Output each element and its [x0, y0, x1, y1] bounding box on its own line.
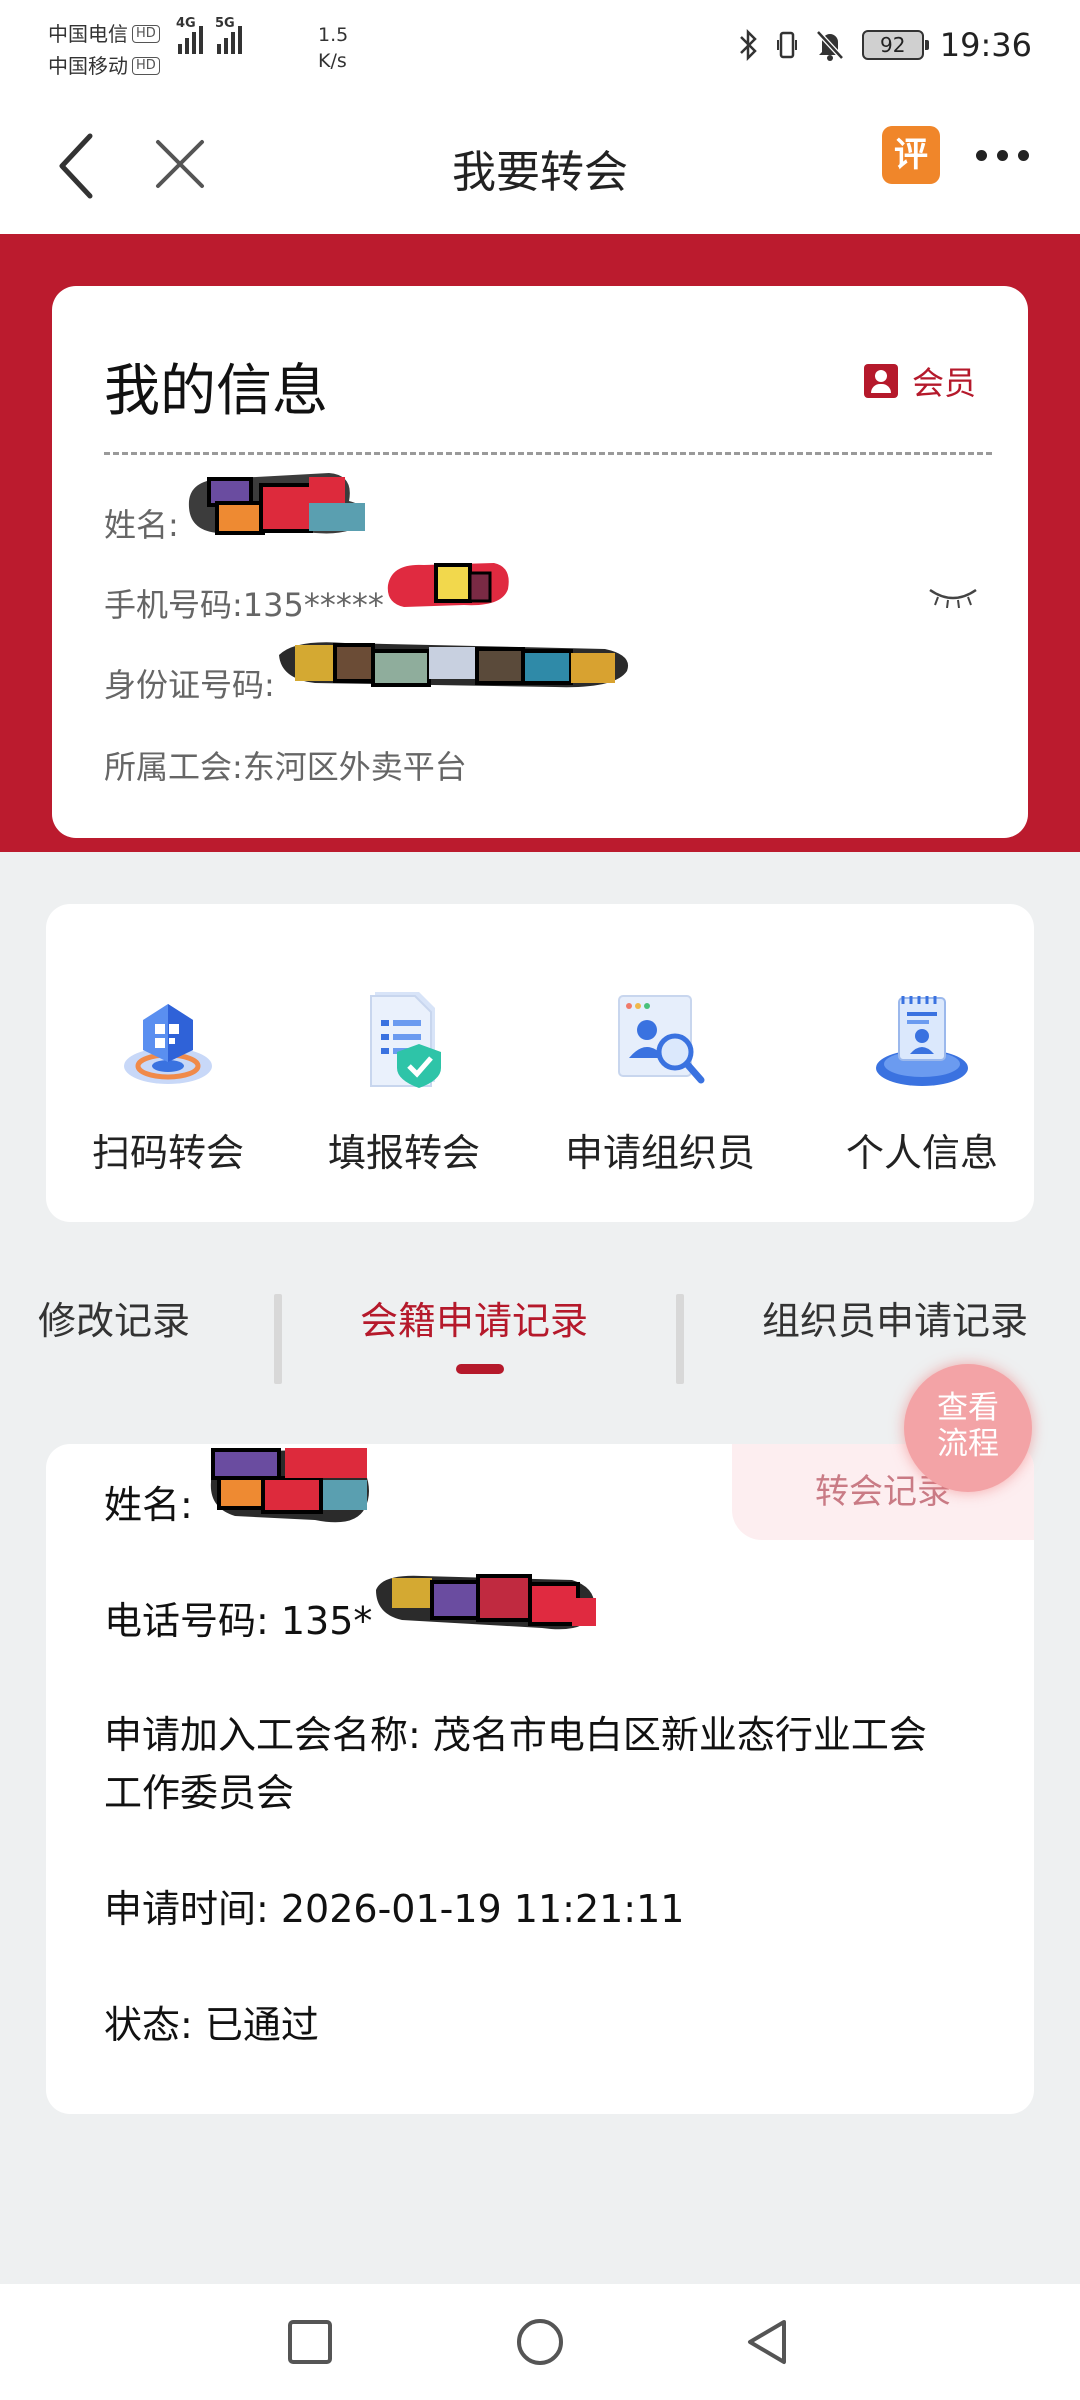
status-right: 92 19:36 [738, 26, 1032, 64]
status-bar: 中国电信 HD 中国移动 HD 4G 5G 1.5 K/s 92 19:36 [0, 0, 1080, 100]
union-value: 东河区外卖平台 [242, 748, 467, 786]
info-card-title: 我的信息 [104, 359, 328, 424]
phone-label: 手机号码: [104, 586, 243, 624]
record-time: 申请时间: 2026-01-19 11:21:11 [104, 1887, 685, 1931]
tab-membership-applications[interactable]: 会籍申请记录 [360, 1290, 588, 1345]
carrier-2: 中国移动 [48, 54, 128, 78]
phone-value: 135***** [242, 586, 384, 624]
signal-icons: 4G 5G [176, 16, 242, 54]
back-icon[interactable] [742, 2318, 792, 2368]
record-phone-row: 电话号码: 135* [104, 1573, 1004, 1650]
nav-bar: 我要转会 评 [0, 100, 1080, 234]
battery-icon: 92 [861, 30, 929, 60]
redaction-mark [205, 1447, 375, 1530]
carrier-info: 中国电信 HD 中国移动 HD [48, 18, 160, 82]
id-label: 身份证号码: [104, 666, 275, 704]
personal-info-icon [867, 984, 977, 1094]
tab-divider [274, 1294, 282, 1384]
redaction-mark [275, 642, 635, 709]
record-card[interactable]: 转会记录 姓名: 电话号码: 135* 申请加入工会名称: 茂名市电白区新业态行… [46, 1444, 1034, 2114]
record-tabs: 修改记录 会籍申请记录 组织员申请记录 [0, 1290, 1080, 1390]
active-tab-indicator [456, 1364, 504, 1374]
tab-organizer-applications[interactable]: 组织员申请记录 [762, 1290, 1028, 1345]
record-name-label: 姓名: [104, 1483, 205, 1527]
tab-modify-records[interactable]: 修改记录 [38, 1290, 190, 1345]
phone-row: 手机号码:135***** [104, 563, 514, 629]
divider [104, 452, 992, 455]
action-scan-transfer[interactable]: 扫码转会 [82, 984, 254, 1177]
id-row: 身份证号码: [104, 642, 635, 709]
record-phone-label: 电话号码: 135* [104, 1599, 373, 1643]
action-label: 填报转会 [327, 1131, 480, 1175]
action-label: 扫码转会 [91, 1131, 244, 1175]
redaction-mark [384, 563, 514, 629]
record-union-line2: 工作委员会 [104, 1771, 295, 1815]
member-badge: 会员 [863, 358, 976, 404]
carrier-1: 中国电信 [48, 22, 128, 46]
action-personal-info[interactable]: 个人信息 [836, 984, 1008, 1177]
action-label: 申请组织员 [564, 1131, 755, 1175]
qr-scan-icon [113, 984, 223, 1094]
member-label: 会员 [911, 364, 976, 402]
form-shield-icon [349, 984, 459, 1094]
redaction-mark [372, 1573, 602, 1646]
profile-search-icon [605, 984, 715, 1094]
member-icon [863, 364, 898, 398]
hd-badge: HD [132, 25, 160, 43]
my-info-card: 我的信息 会员 姓名: 手机号码:135***** 身份证号码: 所属工会:东河… [52, 286, 1028, 838]
redaction-mark [179, 473, 369, 549]
name-label: 姓名: [104, 506, 179, 544]
record-status: 状态: 已通过 [104, 2003, 319, 2047]
record-union-line1: 申请加入工会名称: 茂名市电白区新业态行业工会 [104, 1713, 927, 1757]
recent-apps-icon[interactable] [286, 2318, 334, 2366]
vibrate-icon [776, 31, 797, 59]
hd-badge: HD [132, 57, 160, 75]
name-row: 姓名: [104, 473, 369, 549]
bluetooth-icon [739, 28, 757, 62]
record-union-row: 申请加入工会名称: 茂名市电白区新业态行业工会 工作委员会 [104, 1706, 1004, 1822]
record-name-row: 姓名: [104, 1447, 1004, 1534]
mute-bell-icon [815, 30, 844, 61]
signal-5g-icon: 5G [215, 16, 242, 54]
action-label: 个人信息 [845, 1131, 998, 1175]
signal-4g-icon: 4G [176, 16, 203, 54]
action-fill-transfer[interactable]: 填报转会 [318, 984, 490, 1177]
clock: 19:36 [939, 26, 1032, 64]
view-flow-button[interactable]: 查看 流程 [904, 1364, 1032, 1492]
evaluate-icon[interactable]: 评 [882, 126, 940, 184]
quick-actions-card: 扫码转会 填报转会 申请组织员 个人信息 [46, 904, 1034, 1222]
union-row: 所属工会:东河区外卖平台 [104, 742, 467, 788]
action-apply-organizer[interactable]: 申请组织员 [548, 984, 772, 1177]
union-label: 所属工会: [104, 748, 243, 786]
network-speed: 1.5 K/s [318, 24, 349, 72]
home-icon[interactable] [514, 2318, 566, 2370]
eye-closed-icon[interactable] [928, 586, 978, 608]
system-nav-bar [0, 2284, 1080, 2400]
tab-divider [676, 1294, 684, 1384]
more-menu-icon[interactable] [976, 150, 1029, 161]
